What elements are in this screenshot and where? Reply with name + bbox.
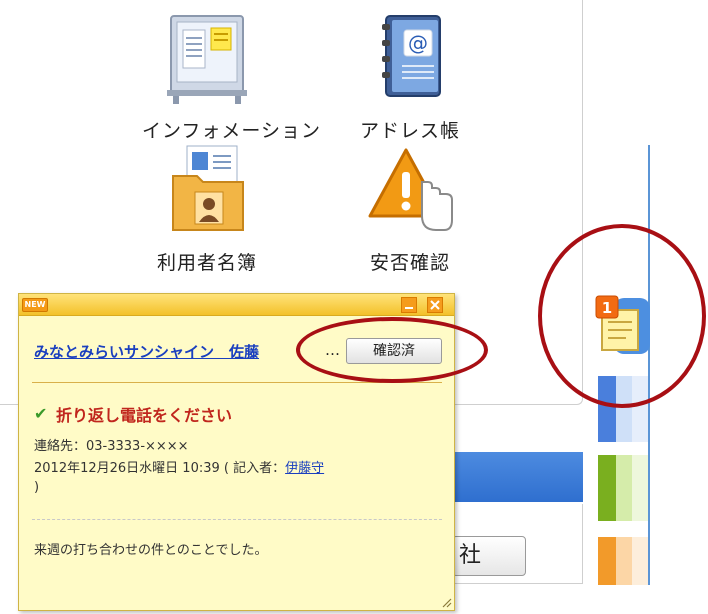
author-link[interactable]: 伊藤守 [285,461,324,476]
resize-grip-icon[interactable] [442,598,452,608]
app-user-directory-label: 利用者名簿 [156,252,257,274]
company-button[interactable]: 社 [452,536,526,576]
screenshot-stage: インフォメーション @ アドレス帳 利用者名簿 安否確認 1 社 NEW みなと… [0,0,708,614]
memo-datetime: 2012年12月26日水曜日 10:39 ( 記入者：伊藤守 [34,457,324,476]
rail-tile-green[interactable] [598,455,648,521]
memo-datetime-close: ) [34,480,40,495]
safety-check-warning-icon [368,148,453,231]
minimize-icon [405,307,413,309]
close-icon [430,300,440,310]
app-user-directory[interactable]: 利用者名簿 [142,142,272,275]
contact-number: 連絡先：03-3333-×××× [34,439,189,454]
app-information-label: インフォメーション [142,120,322,142]
check-icon: ✔ [34,404,48,423]
close-button[interactable] [427,297,443,313]
app-address-book-label: アドレス帳 [359,120,460,142]
address-book-icon: @ [382,15,441,97]
rail-tile-orange[interactable] [598,537,648,585]
app-address-book[interactable]: @ アドレス帳 [345,10,475,143]
svg-text:@: @ [408,31,428,55]
new-badge: NEW [22,298,48,312]
user-directory-folder-icon [172,145,244,231]
memo-subject: 折り返し電話をください [56,406,233,425]
annotation-circle-rail [538,224,706,408]
body-divider [32,519,442,520]
annotation-circle-confirm [296,317,488,383]
memo-message: 来週の打ち合わせの件とのことでした。 [34,543,268,558]
bulletin-board-icon [167,15,247,104]
app-information[interactable]: インフォメーション [142,10,322,143]
app-safety-check[interactable]: 安否確認 [345,142,475,275]
minimize-button[interactable] [401,297,417,313]
popup-titlebar[interactable]: NEW [19,294,454,316]
memo-datetime-text: 2012年12月26日水曜日 10:39 ( 記入者： [34,461,286,476]
app-safety-check-label: 安否確認 [369,252,450,274]
sender-link[interactable]: みなとみらいサンシャイン 佐藤 [34,341,259,362]
